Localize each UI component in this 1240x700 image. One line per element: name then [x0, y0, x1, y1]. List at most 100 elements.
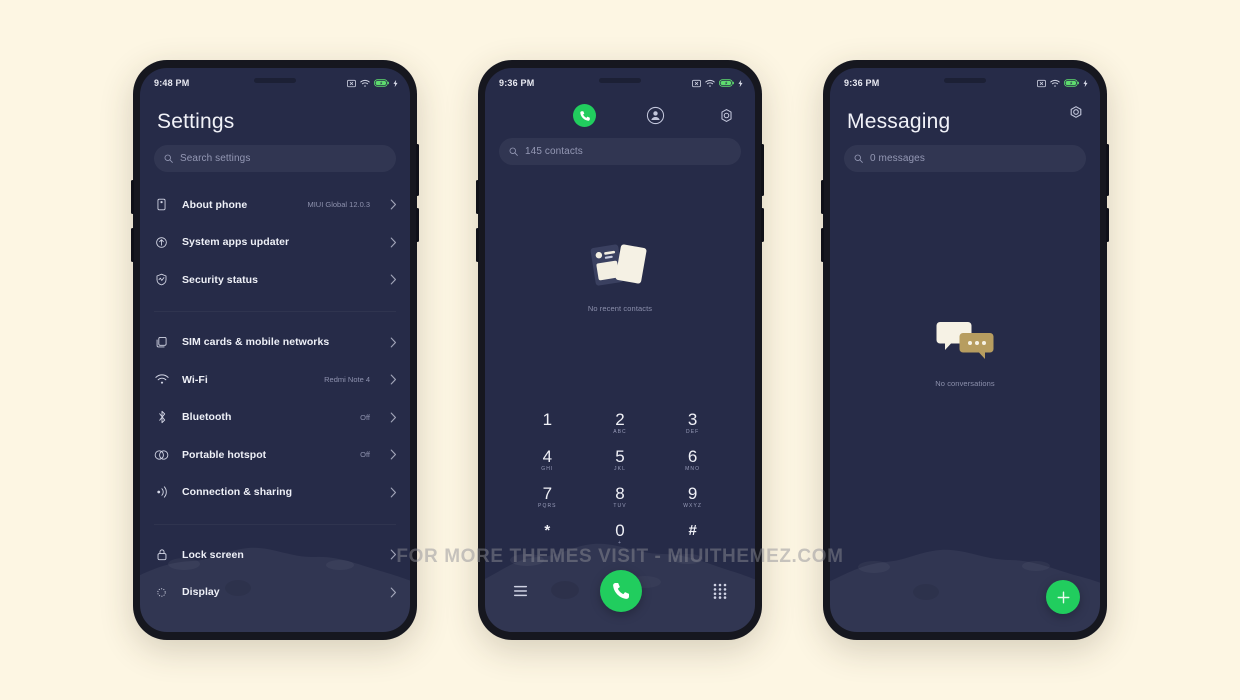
- dial-key-8[interactable]: 8 TUV: [584, 484, 657, 510]
- dial-key-letters: JKL: [614, 466, 626, 472]
- settings-row-connection-sharing[interactable]: Connection & sharing: [140, 474, 410, 512]
- status-time: 9:48 PM: [154, 78, 190, 88]
- dial-key-4[interactable]: 4 GHI: [511, 447, 584, 473]
- tab-contacts[interactable]: [644, 104, 667, 127]
- wifi-icon: [154, 372, 169, 387]
- settings-row-value: MIUI Global 12.0.3: [307, 200, 370, 210]
- chevron-right-icon: [390, 549, 397, 560]
- settings-row-security-status[interactable]: Security status: [140, 261, 410, 299]
- chevron-right-icon: [390, 449, 397, 460]
- power-button[interactable]: [416, 208, 419, 242]
- phone-icon: [579, 110, 590, 121]
- dial-key-3[interactable]: 3 DEF: [656, 410, 729, 436]
- dial-key-letters: PQRS: [538, 503, 557, 509]
- settings-row-label: Wi-Fi: [182, 373, 208, 386]
- status-icons: [1037, 79, 1088, 88]
- dial-key-0[interactable]: 0 +: [584, 521, 657, 547]
- search-messages-input[interactable]: 0 messages: [844, 145, 1086, 172]
- dial-key-9[interactable]: 9 WXYZ: [656, 484, 729, 510]
- status-bar: 9:36 PM: [830, 68, 1100, 98]
- settings-row-bluetooth[interactable]: Bluetooth Off: [140, 399, 410, 437]
- chevron-right-icon: [390, 199, 397, 210]
- settings-row-label: Lock screen: [182, 548, 244, 561]
- call-log-list-icon[interactable]: [513, 584, 528, 598]
- power-button[interactable]: [761, 208, 764, 242]
- wifi-icon: [1050, 79, 1060, 87]
- update-icon: [154, 235, 169, 250]
- dialer-content: 145 contacts No recent contacts 1 2 ABC …: [485, 98, 755, 632]
- bluetooth-icon: [154, 410, 169, 425]
- settings-row-system-apps-updater[interactable]: System apps updater: [140, 224, 410, 262]
- dialpad: 1 2 ABC 3 DEF 4 GHI 5 JKL 6 MNO 7 PQRS 8 TUV 9W…: [485, 410, 755, 547]
- security-shield-icon: [154, 272, 169, 287]
- dial-key-letters: ABC: [613, 429, 627, 435]
- new-message-button[interactable]: [1046, 580, 1080, 614]
- volume-button[interactable]: [416, 144, 419, 196]
- no-sim-icon: [692, 79, 701, 87]
- dial-key-digit: 9: [687, 484, 698, 503]
- dial-key-letters: GHI: [541, 466, 554, 472]
- earpiece-speaker: [254, 78, 296, 83]
- settings-row-sim-cards[interactable]: SIM cards & mobile networks: [140, 324, 410, 362]
- settings-row-lock-screen[interactable]: Lock screen: [140, 536, 410, 574]
- side-button-left-upper[interactable]: [131, 180, 134, 214]
- dial-key-hash[interactable]: #: [656, 521, 729, 547]
- dial-key-7[interactable]: 7 PQRS: [511, 484, 584, 510]
- plus-icon: [1057, 591, 1069, 603]
- search-contacts-input[interactable]: 145 contacts: [499, 138, 741, 165]
- settings-row-portable-hotspot[interactable]: Portable hotspot Off: [140, 436, 410, 474]
- page-title: Messaging: [847, 110, 951, 133]
- earpiece-speaker: [944, 78, 986, 83]
- messaging-settings-button[interactable]: [1067, 104, 1085, 122]
- settings-row-label: Bluetooth: [182, 411, 232, 424]
- dialer-screen: 9:36 PM 145 contacts No recent contacts …: [485, 68, 755, 632]
- power-button[interactable]: [1106, 208, 1109, 242]
- dial-key-digit: 8: [615, 484, 625, 503]
- dial-key-6[interactable]: 6 MNO: [656, 447, 729, 473]
- battery-icon: [374, 79, 389, 87]
- charging-bolt-icon: [393, 79, 398, 87]
- phone-icon: [612, 583, 629, 599]
- settings-row-display[interactable]: Display: [140, 574, 410, 612]
- battery-icon: [1064, 79, 1079, 87]
- tab-dialer[interactable]: [573, 104, 596, 127]
- phone-outline-icon: [154, 197, 169, 212]
- search-icon: [164, 154, 173, 163]
- status-time: 9:36 PM: [844, 78, 880, 88]
- dial-key-digit: 0: [615, 521, 625, 540]
- settings-row-value: Redmi Note 4: [324, 375, 370, 385]
- settings-row-label: Security status: [182, 273, 259, 286]
- side-button-left-upper[interactable]: [476, 180, 479, 214]
- side-button-left-lower[interactable]: [131, 228, 134, 262]
- settings-row-about-phone[interactable]: About phone MIUI Global 12.0.3: [140, 186, 410, 224]
- side-button-left-lower[interactable]: [476, 228, 479, 262]
- side-button-left-lower[interactable]: [821, 228, 824, 262]
- volume-button[interactable]: [761, 144, 764, 196]
- messaging-screen: 9:36 PM Messaging 0 messages No conversa…: [830, 68, 1100, 632]
- dial-key-letters: WXYZ: [683, 503, 703, 509]
- dial-key-star[interactable]: *: [511, 521, 584, 547]
- decorative-hill: [830, 549, 1100, 632]
- phone-dialer: 9:36 PM 145 contacts No recent contacts …: [476, 60, 764, 640]
- settings-row-label: About phone: [182, 198, 248, 211]
- search-icon: [854, 154, 863, 163]
- search-icon: [509, 147, 518, 156]
- dial-key-5[interactable]: 5 JKL: [584, 447, 657, 473]
- chevron-right-icon: [390, 412, 397, 423]
- settings-row-label: SIM cards & mobile networks: [182, 336, 330, 349]
- settings-row-wifi[interactable]: Wi-Fi Redmi Note 4: [140, 361, 410, 399]
- side-button-left-upper[interactable]: [821, 180, 824, 214]
- chevron-right-icon: [390, 237, 397, 248]
- status-icons: [347, 79, 398, 88]
- call-button[interactable]: [599, 570, 642, 612]
- dial-key-2[interactable]: 2 ABC: [584, 410, 657, 436]
- dial-key-1[interactable]: 1: [511, 410, 584, 436]
- contact-cards-icon: [590, 244, 647, 286]
- tab-settings[interactable]: [715, 104, 738, 127]
- keypad-grid-icon[interactable]: [713, 583, 727, 599]
- status-bar: 9:36 PM: [485, 68, 755, 98]
- volume-button[interactable]: [1106, 144, 1109, 196]
- no-sim-icon: [1037, 79, 1046, 87]
- search-settings-input[interactable]: Search settings: [154, 145, 396, 172]
- lock-icon: [154, 547, 169, 562]
